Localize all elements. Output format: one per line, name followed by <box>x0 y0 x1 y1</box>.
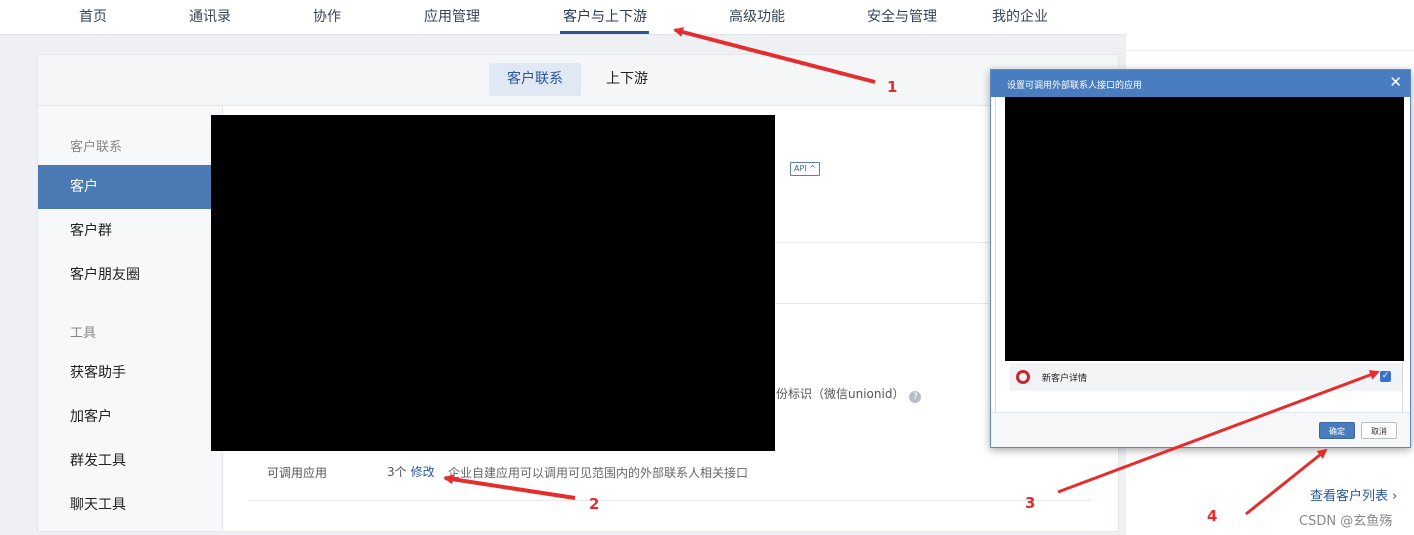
annotation-number-2: 2 <box>589 495 600 513</box>
callable-apps-description: 企业自建应用可以调用可见范围内的外部联系人相关接口 <box>448 466 749 480</box>
api-badge[interactable]: API ^ <box>790 162 820 176</box>
redacted-region <box>211 115 775 451</box>
callable-apps-label: 可调用应用 <box>267 466 328 480</box>
top-navigation: 首页 通讯录 协作 应用管理 客户与上下游 高级功能 安全与管理 我的企业 <box>0 0 1126 35</box>
app-checkbox[interactable]: ✓ <box>1380 371 1391 382</box>
sidebar: 客户联系 客户 客户群 客户朋友圈 工具 获客助手 加客户 群发工具 聊天工具 <box>38 106 223 531</box>
nav-app-management[interactable]: 应用管理 <box>424 6 480 26</box>
nav-contacts[interactable]: 通讯录 <box>189 6 231 26</box>
watermark: CSDN @玄鱼殇 <box>1299 514 1393 529</box>
sidebar-group-tools: 工具 <box>70 326 97 341</box>
nav-collaboration[interactable]: 协作 <box>313 6 341 26</box>
active-nav-indicator <box>560 31 649 34</box>
dialog-title: 设置可调用外部联系人接口的应用 <box>1007 81 1143 91</box>
sub-tab-bar: 客户联系 上下游 <box>38 55 1118 106</box>
annotation-number-1: 1 <box>887 78 898 96</box>
close-icon[interactable]: ✕ <box>1389 74 1402 90</box>
sidebar-item-moments[interactable]: 客户朋友圈 <box>38 253 212 297</box>
sidebar-item-chat-tools[interactable]: 聊天工具 <box>38 483 212 527</box>
callable-apps-value: 3个 修改 <box>387 463 435 480</box>
sidebar-item-customers[interactable]: 客户 <box>38 165 212 209</box>
sidebar-item-acquisition-assistant[interactable]: 获客助手 <box>38 351 212 395</box>
cancel-button[interactable]: 取消 <box>1361 422 1397 439</box>
divider <box>249 500 1092 501</box>
callable-apps-count: 3个 <box>387 465 407 479</box>
dialog-title-bar: 设置可调用外部联系人接口的应用 ✕ <box>991 70 1410 97</box>
divider <box>1126 50 1414 51</box>
confirm-button[interactable]: 确定 <box>1319 422 1355 439</box>
tab-upstream-downstream[interactable]: 上下游 <box>588 63 666 96</box>
nav-home[interactable]: 首页 <box>79 6 107 26</box>
sidebar-item-mass-message[interactable]: 群发工具 <box>38 439 212 483</box>
unionid-label: 份标识（微信unionid）? <box>776 385 922 403</box>
app-icon <box>1016 370 1030 384</box>
annotation-number-4: 4 <box>1207 507 1218 525</box>
nav-advanced-features[interactable]: 高级功能 <box>729 6 785 26</box>
annotation-number-3: 3 <box>1025 494 1036 512</box>
nav-security-management[interactable]: 安全与管理 <box>867 6 937 26</box>
list-item[interactable]: 新客户详情 ✓ <box>1010 363 1402 391</box>
app-name: 新客户详情 <box>1042 374 1088 384</box>
view-customer-list-link[interactable]: 查看客户列表 › <box>1310 485 1397 504</box>
help-icon[interactable]: ? <box>909 391 922 403</box>
sidebar-item-customer-groups[interactable]: 客户群 <box>38 209 212 253</box>
sidebar-group-customer-contact: 客户联系 <box>70 140 123 155</box>
modify-link[interactable]: 修改 <box>411 465 435 479</box>
sidebar-item-add-customer[interactable]: 加客户 <box>38 395 212 439</box>
tab-customer-contact[interactable]: 客户联系 <box>489 63 581 96</box>
dialog-footer: 确定 取消 <box>991 413 1410 447</box>
redacted-region <box>1005 97 1404 361</box>
unionid-text: 份标识（微信unionid） <box>776 387 905 401</box>
nav-customers-upstream-downstream[interactable]: 客户与上下游 <box>563 6 647 26</box>
nav-my-enterprise[interactable]: 我的企业 <box>992 6 1048 26</box>
